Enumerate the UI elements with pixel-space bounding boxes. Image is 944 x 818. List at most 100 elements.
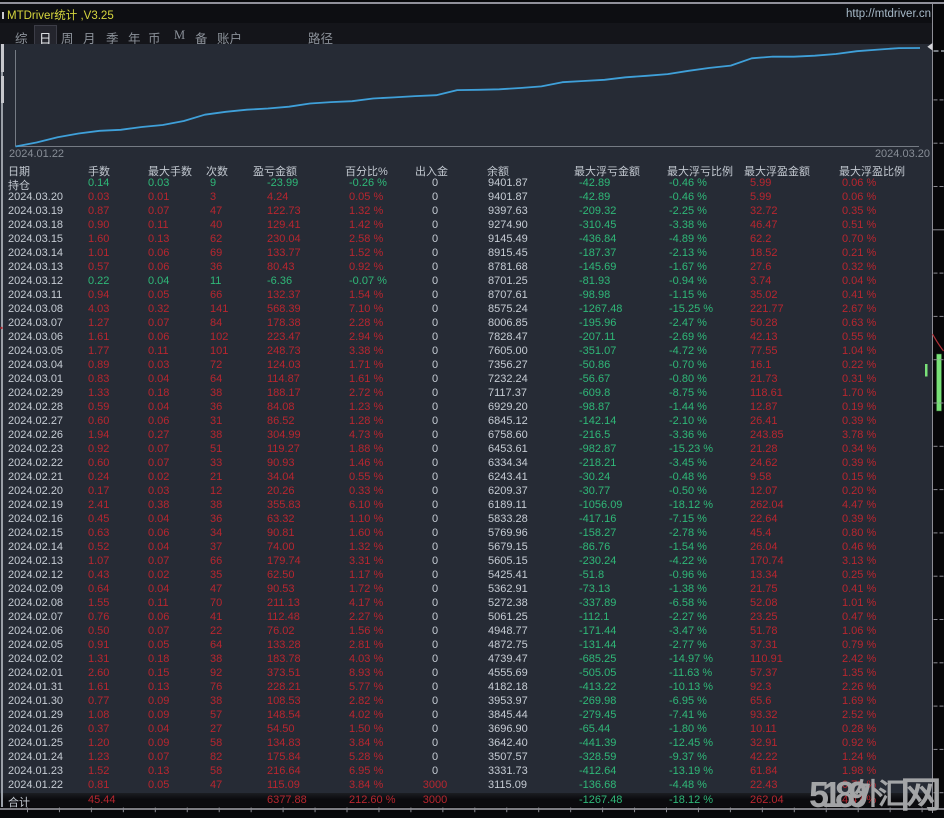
table-cell: 3 bbox=[210, 191, 216, 203]
table-cell: 3953.97 bbox=[488, 695, 528, 707]
table-cell: 0.89 bbox=[88, 359, 109, 371]
table-cell: -98.98 bbox=[579, 289, 610, 301]
table-cell: 46.47 bbox=[750, 219, 778, 231]
table-cell: -310.45 bbox=[579, 219, 616, 231]
table-cell: 119.27 bbox=[267, 443, 300, 455]
table-cell: -1.54 % bbox=[669, 541, 707, 553]
table-cell: 5425.41 bbox=[488, 569, 528, 581]
table-cell: 0.15 % bbox=[842, 471, 876, 483]
right-axis-strip bbox=[933, 4, 944, 813]
table-cell: 13.34 bbox=[750, 569, 778, 581]
table-cell: 24.62 bbox=[750, 457, 778, 469]
table-cell: -2.27 % bbox=[669, 611, 707, 623]
table-cell: 2024.03.07 bbox=[8, 317, 63, 329]
table-cell: -2.78 % bbox=[669, 527, 707, 539]
table-cell: 0 bbox=[404, 429, 466, 441]
table-cell: 34.04 bbox=[267, 471, 295, 483]
table-cell: 170.74 bbox=[750, 555, 784, 567]
table-cell: 0.11 bbox=[148, 345, 169, 357]
table-cell: 1.23 % bbox=[349, 401, 383, 413]
table-cell: -3.36 % bbox=[669, 429, 707, 441]
table-cell: 0.35 % bbox=[842, 205, 876, 217]
table-cell: 74.00 bbox=[267, 541, 295, 553]
table-cell: 6.10 % bbox=[349, 499, 383, 511]
table-cell: 262.04 bbox=[750, 499, 784, 511]
table-cell: 211.13 bbox=[267, 597, 300, 609]
table-cell: 1.52 % bbox=[349, 247, 383, 259]
table-cell: 58 bbox=[210, 765, 222, 777]
table-cell: -13.19 % bbox=[669, 765, 713, 777]
table-cell: 0.92 % bbox=[842, 737, 876, 749]
table-cell: 2.81 % bbox=[349, 639, 383, 651]
table-cell: 0 bbox=[404, 751, 466, 763]
table-cell: 0.52 bbox=[88, 541, 109, 553]
table-cell: 2024.02.28 bbox=[8, 401, 63, 413]
table-cell: -216.5 bbox=[579, 429, 610, 441]
table-cell: 6929.20 bbox=[488, 401, 528, 413]
table-cell: 47 bbox=[210, 205, 222, 217]
table-cell: -56.67 bbox=[579, 373, 610, 385]
table-cell: 0.94 bbox=[88, 289, 109, 301]
table-cell: 9145.49 bbox=[488, 233, 528, 245]
table-cell: 0.34 % bbox=[842, 443, 876, 455]
table-cell: 2024.02.08 bbox=[8, 597, 63, 609]
table-cell: 2024.01.26 bbox=[8, 723, 63, 735]
table-cell: 21 bbox=[210, 471, 222, 483]
table-cell: 0 bbox=[404, 653, 466, 665]
table-cell: 2.27 % bbox=[349, 611, 383, 623]
table-cell: 0 bbox=[404, 555, 466, 567]
table-cell: 5.28 % bbox=[349, 751, 383, 763]
totals-cell: 6377.88 bbox=[267, 794, 307, 806]
table-cell: 6758.60 bbox=[488, 429, 528, 441]
table-cell: 0 bbox=[404, 359, 466, 371]
table-cell: -86.76 bbox=[579, 541, 610, 553]
table-cell: 115.09 bbox=[267, 779, 300, 791]
table-cell: -6.36 bbox=[267, 275, 292, 287]
table-cell: 5272.38 bbox=[488, 597, 528, 609]
table-cell: -6.95 % bbox=[669, 695, 707, 707]
table-cell: 3.78 % bbox=[842, 429, 876, 441]
table-cell: 0.43 bbox=[88, 569, 109, 581]
table-cell: 0 bbox=[404, 583, 466, 595]
table-cell: -112.1 bbox=[579, 611, 609, 623]
table-cell: 0 bbox=[404, 527, 466, 539]
table-cell: -4.22 % bbox=[669, 555, 707, 567]
table-cell: 3642.40 bbox=[488, 737, 528, 749]
table-cell: 133.28 bbox=[267, 639, 301, 651]
table-cell: 2024.03.14 bbox=[8, 247, 63, 259]
table-cell: 216.64 bbox=[267, 765, 301, 777]
table-cell: -30.24 bbox=[579, 471, 610, 483]
table-cell: 2.60 bbox=[88, 667, 109, 679]
table-cell: 65.6 bbox=[750, 695, 771, 707]
table-cell: -2.47 % bbox=[669, 317, 707, 329]
table-cell: 248.73 bbox=[267, 345, 301, 357]
table-cell: 77.55 bbox=[750, 345, 778, 357]
table-cell: 27 bbox=[210, 723, 222, 735]
table-cell: 132.37 bbox=[267, 289, 301, 301]
table-cell: 0 bbox=[404, 401, 466, 413]
table-cell: -6.58 % bbox=[669, 597, 707, 609]
table-cell: -337.89 bbox=[579, 597, 616, 609]
table-cell: 0.13 bbox=[148, 233, 169, 245]
table-cell: 52.08 bbox=[750, 597, 778, 609]
table-cell: -30.77 bbox=[579, 485, 610, 497]
table-cell: -0.46 % bbox=[669, 191, 707, 203]
table-cell: 114.87 bbox=[267, 373, 300, 385]
table-cell: 0 bbox=[404, 499, 466, 511]
table-cell: 0.02 bbox=[148, 471, 169, 483]
table-cell: 7356.27 bbox=[488, 359, 528, 371]
table-cell: -0.80 % bbox=[669, 373, 707, 385]
table-cell: 2024.03.01 bbox=[8, 373, 63, 385]
table-cell: -15.23 % bbox=[669, 443, 713, 455]
table-cell: 0.63 bbox=[88, 527, 109, 539]
table-cell: 1.94 bbox=[88, 429, 109, 441]
table-cell: 82 bbox=[210, 751, 222, 763]
table-cell: -218.21 bbox=[579, 457, 616, 469]
table-cell: 35 bbox=[210, 569, 222, 581]
table-cell: -1.67 % bbox=[669, 261, 707, 273]
table-cell: 0 bbox=[404, 443, 466, 455]
table-cell: 0.22 % bbox=[842, 359, 876, 371]
table-cell: 5061.25 bbox=[488, 611, 528, 623]
table-cell: 42.13 bbox=[750, 331, 778, 343]
table-cell: 0.03 bbox=[148, 359, 169, 371]
